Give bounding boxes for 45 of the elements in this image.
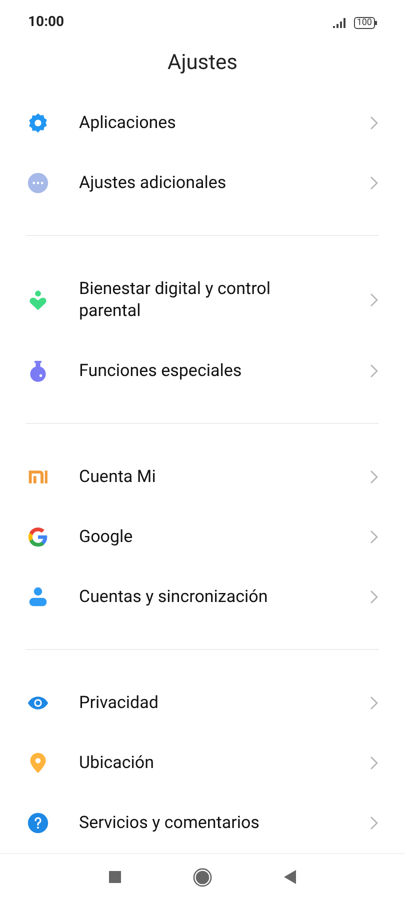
home-button[interactable] xyxy=(193,868,212,887)
item-label: Funciones especiales xyxy=(79,360,242,382)
item-label: Ubicación xyxy=(79,752,154,774)
item-label: Cuentas y sincronización xyxy=(79,586,268,608)
chevron-right-icon xyxy=(370,756,378,770)
settings-item[interactable]: Ubicación xyxy=(26,733,379,794)
person-icon xyxy=(27,586,49,608)
more-icon xyxy=(27,172,49,194)
item-label: Google xyxy=(79,526,133,548)
item-label: Bienestar digital y control parental xyxy=(79,278,272,322)
settings-item[interactable]: Cuenta Mi xyxy=(26,447,379,508)
settings-icon xyxy=(27,112,49,134)
heart-person-icon xyxy=(27,289,49,312)
settings-item[interactable]: Aplicaciones xyxy=(26,93,379,154)
settings-item[interactable]: Funciones especiales xyxy=(26,341,379,402)
chevron-right-icon xyxy=(370,530,378,544)
back-button[interactable] xyxy=(284,870,296,884)
chevron-right-icon xyxy=(370,176,378,190)
item-label: Ajustes adicionales xyxy=(79,172,226,194)
status-time: 10:00 xyxy=(28,13,64,32)
item-label: Aplicaciones xyxy=(79,112,176,134)
settings-item[interactable]: Cuentas y sincronización xyxy=(26,567,379,628)
chevron-right-icon xyxy=(370,364,378,378)
settings-item[interactable]: Bienestar digital y control parental xyxy=(26,259,379,342)
chevron-right-icon xyxy=(370,293,378,308)
item-label: Privacidad xyxy=(79,692,158,714)
battery-level: 100 xyxy=(354,16,375,29)
chevron-right-icon xyxy=(370,470,378,484)
google-icon xyxy=(27,526,49,548)
settings-item[interactable]: Privacidad xyxy=(26,673,379,734)
recents-button[interactable] xyxy=(109,871,121,884)
settings-item[interactable]: Ajustes adicionales xyxy=(26,153,379,214)
location-pin-icon xyxy=(27,752,49,774)
item-label: Servicios y comentarios xyxy=(79,812,260,834)
chevron-right-icon xyxy=(370,696,378,710)
settings-item[interactable]: Google xyxy=(26,507,379,568)
page-title: Ajustes xyxy=(168,50,238,77)
chevron-right-icon xyxy=(370,590,378,604)
flask-icon xyxy=(27,360,49,382)
settings-item[interactable]: Servicios y comentarios xyxy=(26,793,379,854)
item-label: Cuenta Mi xyxy=(79,466,156,488)
signal-icon xyxy=(332,18,348,28)
chevron-right-icon xyxy=(370,816,378,830)
chevron-right-icon xyxy=(370,116,378,130)
help-icon xyxy=(27,812,49,834)
